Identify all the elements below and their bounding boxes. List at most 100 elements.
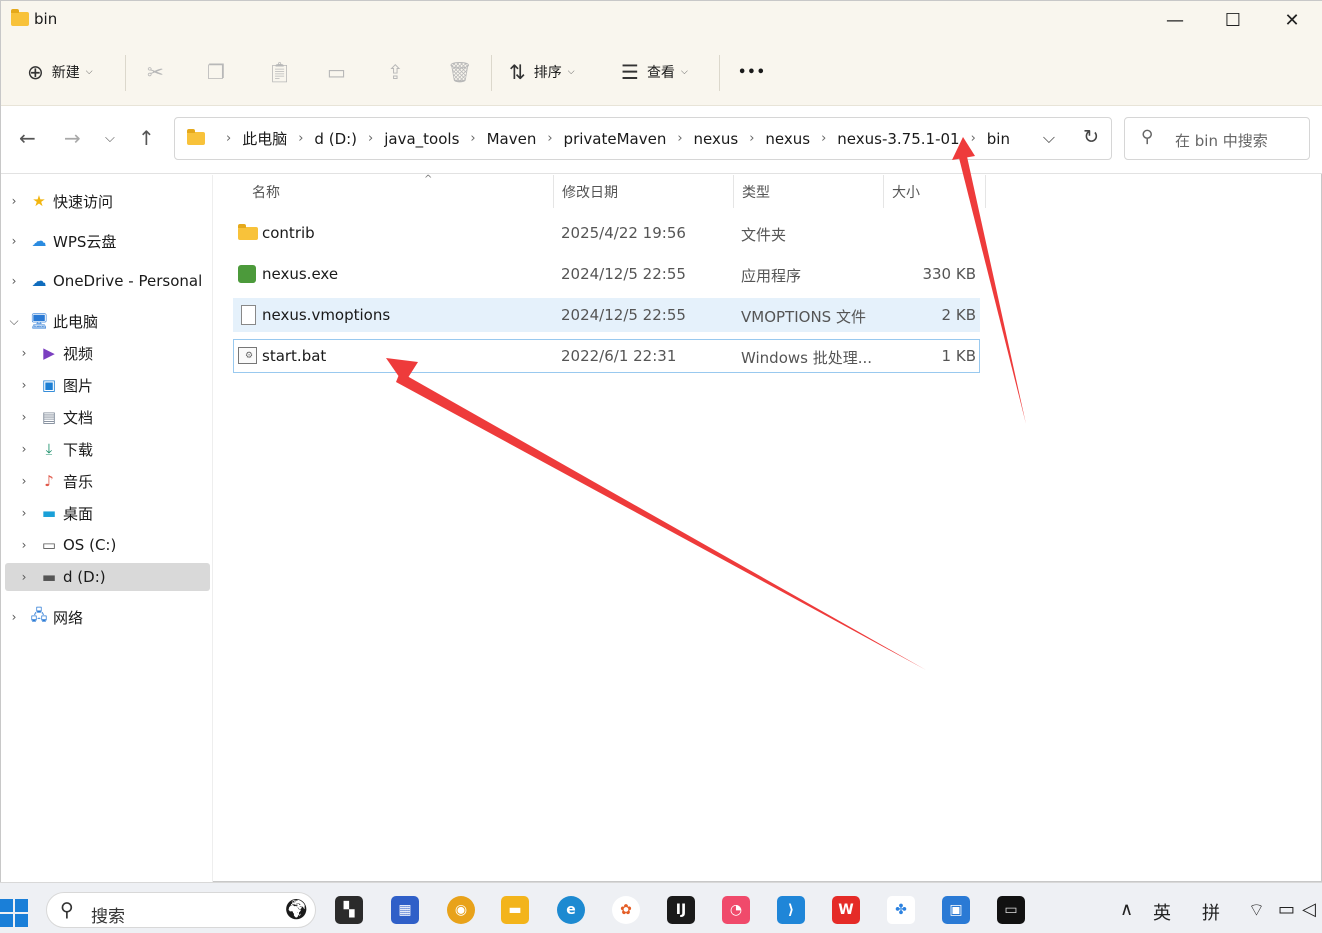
breadcrumb-item[interactable]: nexus [761, 130, 814, 148]
sort-button[interactable]: ⇅ 排序 ⌵ [509, 53, 575, 91]
volume-icon[interactable]: ◁ [1302, 899, 1316, 920]
file-row[interactable]: nexus.exe 2024/12/5 22:55 应用程序 330 KB [233, 257, 980, 291]
file-row[interactable]: contrib 2025/4/22 19:56 文件夹 [233, 216, 980, 250]
chevron-right-icon[interactable]: › [814, 131, 833, 146]
ime-language[interactable]: 英 [1153, 899, 1171, 925]
battery-icon[interactable]: ▭ [1278, 899, 1295, 920]
sidebar-item-quick-access[interactable]: › ★ 快速访问 [5, 187, 210, 215]
delete-button[interactable]: 🗑︎ [447, 53, 480, 91]
address-bar[interactable]: › 此电脑 › d (D:) › java_tools › Maven › pr… [174, 117, 1112, 160]
address-dropdown-icon[interactable]: ⌵ [1043, 128, 1055, 148]
column-header-modified[interactable]: 修改日期 [554, 175, 734, 208]
column-header-name[interactable]: ^ 名称 [244, 174, 554, 208]
breadcrumb-item-current[interactable]: bin [983, 130, 1014, 148]
windows-start-icon[interactable] [0, 899, 28, 927]
chevron-right-icon[interactable]: › [964, 131, 983, 146]
collapse-chevron-icon[interactable]: ⌵ [5, 314, 23, 329]
chevron-right-icon[interactable]: › [670, 131, 689, 146]
app-icon[interactable]: ✿ [612, 896, 640, 924]
expand-chevron-icon[interactable]: › [15, 378, 33, 392]
up-arrow-icon[interactable]: ↑ [138, 126, 155, 150]
chevron-right-icon[interactable]: › [540, 131, 559, 146]
expand-chevron-icon[interactable]: › [15, 474, 33, 488]
expand-chevron-icon[interactable]: › [15, 442, 33, 456]
task-view-icon[interactable]: ▚ [335, 896, 363, 924]
sidebar-item-drive-c[interactable]: › ▭ OS (C:) [15, 531, 210, 559]
vscode-icon[interactable]: ⟩ [777, 896, 805, 924]
sidebar-item-this-pc[interactable]: ⌵ 🖥︎ 此电脑 [5, 307, 210, 335]
minimize-button[interactable]: — [1146, 1, 1204, 39]
sidebar-item-onedrive[interactable]: › ☁ OneDrive - Personal [5, 267, 210, 295]
expand-chevron-icon[interactable]: › [5, 194, 23, 208]
copy-button[interactable]: ❐ [207, 53, 233, 91]
ime-mode[interactable]: 拼 [1202, 899, 1220, 925]
sidebar-item-downloads[interactable]: › ⤓ 下载 [15, 435, 210, 463]
chevron-right-icon[interactable]: › [742, 131, 761, 146]
file-explorer-icon[interactable]: ▬ [501, 896, 529, 924]
sidebar-item-desktop[interactable]: › ▬ 桌面 [15, 499, 210, 527]
expand-chevron-icon[interactable]: › [15, 506, 33, 520]
new-button[interactable]: ⊕ 新建 ⌵ [27, 53, 93, 91]
document-icon [241, 305, 256, 325]
taskbar-search[interactable]: ⚲ 搜索 🌍︎ [46, 892, 316, 928]
window-app-icon[interactable]: ▣ [942, 896, 970, 924]
refresh-icon[interactable]: ↻ [1083, 126, 1099, 148]
file-name: contrib [262, 224, 315, 242]
wps-icon[interactable]: W [832, 896, 860, 924]
music-icon: ♪ [44, 472, 54, 490]
back-arrow-icon[interactable]: ← [19, 126, 36, 150]
breadcrumb-item[interactable]: Maven [483, 130, 541, 148]
breadcrumb-item[interactable]: d (D:) [310, 130, 361, 148]
intellij-icon[interactable]: IJ [667, 896, 695, 924]
close-button[interactable]: ✕ [1263, 1, 1321, 39]
sidebar-item-videos[interactable]: › ▶ 视频 [15, 339, 210, 367]
breadcrumb-item[interactable]: java_tools [380, 130, 463, 148]
breadcrumb-item[interactable]: privateMaven [560, 130, 671, 148]
breadcrumb-item[interactable]: nexus [690, 130, 743, 148]
rename-button[interactable]: ▭ [327, 53, 354, 91]
expand-chevron-icon[interactable]: › [15, 346, 33, 360]
sidebar-item-music[interactable]: › ♪ 音乐 [15, 467, 210, 495]
store-icon[interactable]: ▦ [391, 896, 419, 924]
chevron-right-icon[interactable]: › [463, 131, 482, 146]
expand-chevron-icon[interactable]: › [5, 610, 23, 624]
breadcrumb-item[interactable]: nexus-3.75.1-01 [833, 130, 963, 148]
wifi-icon[interactable]: ⌔ [1248, 899, 1265, 922]
edge-icon[interactable]: e [557, 896, 585, 924]
sidebar-item-drive-d[interactable]: › ▬ d (D:) [5, 563, 210, 591]
expand-chevron-icon[interactable]: › [15, 538, 33, 552]
expand-chevron-icon[interactable]: › [15, 410, 33, 424]
tray-overflow-icon[interactable]: ∧ [1120, 899, 1133, 920]
sidebar-item-label: 此电脑 [53, 312, 99, 331]
file-row[interactable]: start.bat 2022/6/1 22:31 Windows 批处理... … [233, 339, 980, 373]
sidebar-item-pictures[interactable]: › ▣ 图片 [15, 371, 210, 399]
sidebar-item-network[interactable]: › 🖧 网络 [5, 603, 210, 631]
column-header-size[interactable]: 大小 [884, 175, 986, 208]
app-icon[interactable]: ◔ [722, 896, 750, 924]
recent-chevron-icon[interactable]: ⌵ [105, 131, 115, 146]
file-row[interactable]: nexus.vmoptions 2024/12/5 22:55 VMOPTION… [233, 298, 980, 332]
share-icon: ⇪ [387, 60, 404, 84]
view-button[interactable]: ☰ 查看 ⌵ [621, 53, 688, 91]
more-button[interactable]: ••• [738, 53, 766, 91]
expand-chevron-icon[interactable]: › [5, 274, 23, 288]
chevron-right-icon[interactable]: › [291, 131, 310, 146]
chevron-right-icon[interactable]: › [361, 131, 380, 146]
column-header-type[interactable]: 类型 [734, 175, 884, 208]
cut-button[interactable]: ✂ [147, 53, 172, 91]
expand-chevron-icon[interactable]: › [15, 570, 33, 584]
expand-chevron-icon[interactable]: › [5, 234, 23, 248]
forward-arrow-icon[interactable]: → [64, 126, 81, 150]
search-icon: ⚲ [60, 899, 74, 921]
share-button[interactable]: ⇪ [387, 53, 412, 91]
search-box[interactable]: ⚲ 在 bin 中搜索 [1124, 117, 1310, 160]
maximize-button[interactable]: ☐ [1204, 1, 1262, 39]
folder-icon [187, 129, 205, 145]
sidebar-item-wps-cloud[interactable]: › ☁ WPS云盘 [5, 227, 210, 255]
sidebar-item-documents[interactable]: › ▤ 文档 [15, 403, 210, 431]
paste-button[interactable]: 📋︎ [267, 53, 300, 91]
terminal-icon[interactable]: ▭ [997, 896, 1025, 924]
breadcrumb-item[interactable]: 此电脑 [238, 128, 291, 149]
chrome-icon[interactable]: ◉ [447, 896, 475, 924]
app-icon[interactable]: ✤ [887, 896, 915, 924]
